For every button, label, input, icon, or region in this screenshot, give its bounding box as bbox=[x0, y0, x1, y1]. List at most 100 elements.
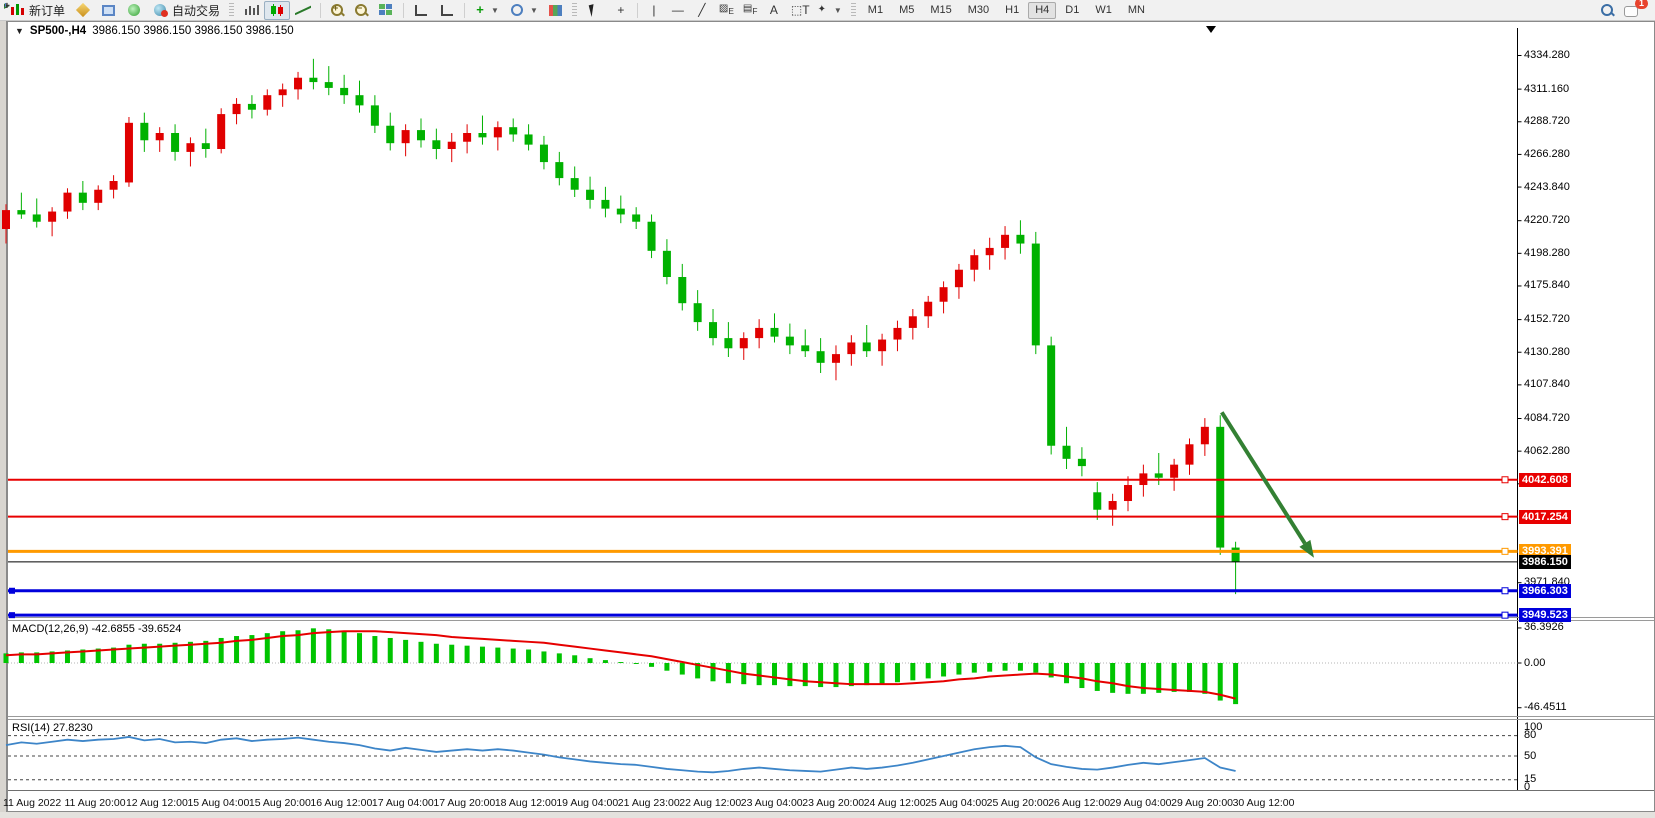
price-tick-label: 4288.720 bbox=[1524, 115, 1570, 127]
chart-title-bar: ▼ SP500-,H4 3986.150 3986.150 3986.150 3… bbox=[12, 25, 297, 37]
periods-button[interactable]: ▼ bbox=[504, 1, 543, 20]
candle-body bbox=[48, 212, 56, 222]
candle-body bbox=[1001, 235, 1009, 248]
price-tick-label: 4062.280 bbox=[1524, 445, 1570, 457]
line-handle[interactable] bbox=[1502, 514, 1508, 520]
auto-scroll-button[interactable] bbox=[408, 1, 434, 20]
timeframe-w1[interactable]: W1 bbox=[1088, 2, 1119, 19]
candle-body bbox=[678, 277, 686, 303]
price-tick-label: 4220.720 bbox=[1524, 214, 1570, 226]
candle-body bbox=[340, 88, 348, 95]
time-axis-label: 18 Aug 12:00 bbox=[495, 797, 557, 809]
macd-histogram-bar bbox=[1141, 663, 1146, 694]
signals-button[interactable] bbox=[121, 1, 147, 20]
equidistant-channel-icon: ▨E bbox=[719, 2, 733, 18]
arrows-button[interactable]: ✦▼ bbox=[810, 1, 847, 20]
zoom-out-button[interactable]: − bbox=[349, 1, 373, 20]
trend-arrow-annotation[interactable] bbox=[1222, 412, 1305, 543]
timeframe-m5[interactable]: M5 bbox=[892, 2, 921, 19]
candle-body bbox=[463, 133, 471, 142]
line-handle[interactable] bbox=[1502, 612, 1508, 618]
candle-body bbox=[878, 340, 886, 352]
time-axis-label: 23 Aug 20:00 bbox=[802, 797, 864, 809]
crosshair-button[interactable]: + bbox=[609, 1, 633, 20]
line-handle[interactable] bbox=[1502, 548, 1508, 554]
timeframe-h1[interactable]: H1 bbox=[998, 2, 1026, 19]
chart-ohlc-values: 3986.150 3986.150 3986.150 3986.150 bbox=[92, 25, 293, 37]
timeframe-h4[interactable]: H4 bbox=[1028, 2, 1056, 19]
chart-shift-button[interactable] bbox=[434, 1, 460, 20]
trendline-button[interactable]: ╱ bbox=[690, 1, 714, 20]
macd-histogram-bar bbox=[818, 663, 823, 687]
candle-body bbox=[755, 328, 763, 338]
candle-body bbox=[94, 190, 102, 203]
zoom-in-button[interactable]: + bbox=[325, 1, 349, 20]
macd-histogram-bar bbox=[972, 663, 977, 673]
price-tick-label: 4107.840 bbox=[1524, 378, 1570, 390]
templates-button[interactable] bbox=[543, 1, 568, 20]
channel-button[interactable]: ▨E bbox=[714, 1, 738, 20]
bar-chart-button[interactable] bbox=[238, 1, 264, 20]
macd-histogram-bar bbox=[1202, 663, 1207, 694]
macd-histogram-bar bbox=[541, 651, 546, 663]
candle-body bbox=[1063, 446, 1071, 459]
new-order-button[interactable]: 新订单 bbox=[4, 1, 70, 20]
macd-histogram-bar bbox=[634, 663, 639, 664]
text-button[interactable]: A bbox=[762, 1, 786, 20]
last-bar-marker-icon bbox=[1206, 26, 1216, 33]
line-handle[interactable] bbox=[9, 612, 15, 618]
timeframe-d1[interactable]: D1 bbox=[1058, 2, 1086, 19]
time-axis-label: 11 Aug 2022 bbox=[3, 797, 61, 809]
indicators-button[interactable]: +▼ bbox=[469, 1, 504, 20]
text-label-button[interactable]: ⬚T bbox=[786, 1, 810, 20]
candle-body bbox=[233, 104, 241, 114]
line-handle[interactable] bbox=[1502, 477, 1508, 483]
horizontal-line-button[interactable]: — bbox=[666, 1, 690, 20]
fibonacci-icon: ▤F bbox=[743, 2, 757, 18]
timeframe-m1[interactable]: M1 bbox=[861, 2, 890, 19]
candle-body bbox=[525, 134, 533, 144]
candlestick-chart-button[interactable] bbox=[264, 1, 290, 20]
fibonacci-button[interactable]: ▤F bbox=[738, 1, 762, 20]
timeframe-m15[interactable]: M15 bbox=[923, 2, 958, 19]
tile-windows-button[interactable] bbox=[373, 1, 399, 20]
price-tick-label: 4243.840 bbox=[1524, 181, 1570, 193]
macd-histogram-bar bbox=[757, 663, 762, 685]
candle-body bbox=[970, 255, 978, 270]
candle-body bbox=[724, 338, 732, 348]
auto-trading-button[interactable]: 自动交易 bbox=[147, 1, 225, 20]
candle-body bbox=[448, 142, 456, 149]
candle-body bbox=[1185, 444, 1193, 464]
price-tick-label: 4266.280 bbox=[1524, 148, 1570, 160]
macd-histogram-bar bbox=[880, 663, 885, 684]
price-tick-label: 4198.280 bbox=[1524, 247, 1570, 259]
crosshair-icon: + bbox=[614, 3, 628, 17]
line-handle[interactable] bbox=[1502, 588, 1508, 594]
candle-body bbox=[1109, 501, 1117, 510]
new-order-icon bbox=[9, 3, 25, 17]
timeframe-m30[interactable]: M30 bbox=[961, 2, 996, 19]
terminal-button[interactable] bbox=[96, 1, 121, 20]
macd-histogram-bar bbox=[511, 649, 516, 663]
timeframe-mn[interactable]: MN bbox=[1121, 2, 1152, 19]
candle-body bbox=[847, 342, 855, 354]
notifications-button[interactable]: 1 bbox=[1619, 1, 1643, 20]
candle-body bbox=[709, 322, 717, 338]
cursor-button[interactable] bbox=[581, 1, 609, 20]
line-chart-button[interactable] bbox=[290, 1, 316, 20]
trend-arrow-head[interactable] bbox=[1299, 540, 1314, 558]
vertical-line-button[interactable]: | bbox=[642, 1, 666, 20]
macd-histogram-bar bbox=[603, 660, 608, 663]
candle-body bbox=[1216, 427, 1224, 548]
chart-dropdown-icon[interactable]: ▼ bbox=[15, 26, 24, 36]
search-button[interactable] bbox=[1595, 1, 1619, 20]
macd-histogram-bar bbox=[495, 648, 500, 663]
rsi-axis-label: 80 bbox=[1524, 729, 1536, 741]
time-axis-label: 15 Aug 20:00 bbox=[249, 797, 311, 809]
chart-canvas[interactable] bbox=[0, 0, 1655, 818]
macd-histogram-bar bbox=[1018, 663, 1023, 671]
macd-histogram-bar bbox=[403, 640, 408, 663]
line-handle[interactable] bbox=[9, 588, 15, 594]
trade-panel-button[interactable] bbox=[70, 1, 96, 20]
candle-body bbox=[1201, 427, 1209, 444]
